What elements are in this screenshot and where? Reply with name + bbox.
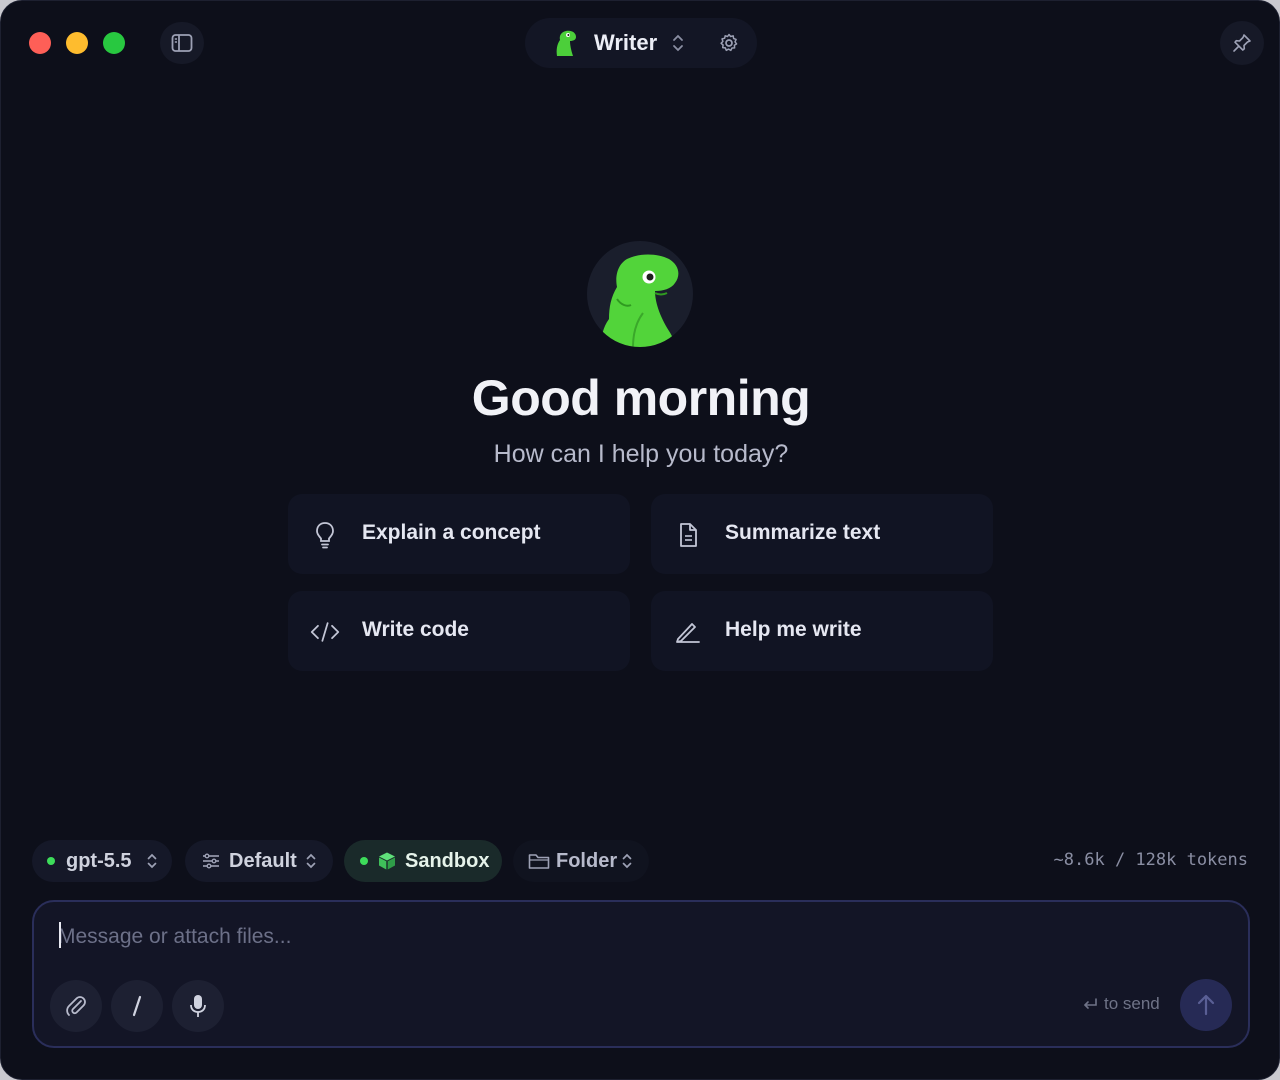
maximize-window-button[interactable] [103,32,125,54]
suggestion-label: Explain a concept [362,521,541,544]
app-window: Writer Good morning How can I help you t… [0,0,1280,1080]
suggestion-label: Write code [362,618,469,641]
minimize-window-button[interactable] [66,32,88,54]
suggestion-explain-concept[interactable]: Explain a concept [288,494,630,574]
folder-selector[interactable]: Folder [513,840,649,882]
pin-icon [1233,34,1251,52]
text-caret [59,922,61,948]
return-key-icon [1084,998,1097,1009]
cube-icon [379,852,395,870]
code-icon [310,617,340,647]
environment-label: Sandbox [405,850,490,872]
sliders-icon [203,853,219,869]
suggestion-write-code[interactable]: Write code [288,591,630,671]
token-counter: ~8.6k / 128k tokens [1053,850,1248,870]
suggestion-summarize-text[interactable]: Summarize text [651,494,993,574]
assistant-name: Writer [594,30,658,55]
chevron-updown-icon [673,34,683,52]
suggestion-help-me-write[interactable]: Help me write [651,591,993,671]
arrow-up-icon [1197,994,1215,1016]
send-hint-label: to send [1104,994,1160,1013]
dino-avatar-icon [601,254,679,347]
preset-label: Default [229,850,297,872]
send-button[interactable] [1180,979,1232,1031]
status-dot [47,857,55,865]
suggestion-label: Help me write [725,618,862,641]
greeting-heading: Good morning [471,370,811,426]
microphone-icon [190,995,206,1017]
assistant-selector[interactable]: Writer [525,18,757,68]
model-selector[interactable]: gpt-5.5 [32,840,172,882]
environment-selector[interactable]: Sandbox [344,840,502,882]
model-label: gpt-5.5 [66,850,132,872]
folder-icon [528,854,550,869]
close-window-button[interactable] [29,32,51,54]
pen-icon [673,617,703,647]
paperclip-icon [66,996,86,1016]
sidebar-toggle-button[interactable] [160,22,204,64]
slash-icon [132,995,142,1017]
message-composer: to send [32,900,1250,1048]
gear-icon[interactable] [718,32,740,54]
suggestion-label: Summarize text [725,521,881,544]
sidebar-icon [171,34,193,52]
voice-input-button[interactable] [172,980,224,1032]
status-dot [360,857,368,865]
greeting-subtitle: How can I help you today? [493,440,789,468]
chevron-updown-icon [622,853,632,869]
chevron-updown-icon [147,853,157,869]
dino-avatar-icon [556,30,576,56]
send-hint: to send [1082,994,1160,1014]
document-icon [673,520,703,550]
pin-window-button[interactable] [1220,21,1264,65]
assistant-avatar [587,241,693,347]
message-input[interactable] [56,916,960,958]
attach-button[interactable] [50,980,102,1032]
chevron-updown-icon [306,853,316,869]
folder-label: Folder [556,850,618,872]
preset-selector[interactable]: Default [185,840,333,882]
window-controls [29,32,125,54]
lightbulb-icon [310,520,340,550]
slash-command-button[interactable] [111,980,163,1032]
